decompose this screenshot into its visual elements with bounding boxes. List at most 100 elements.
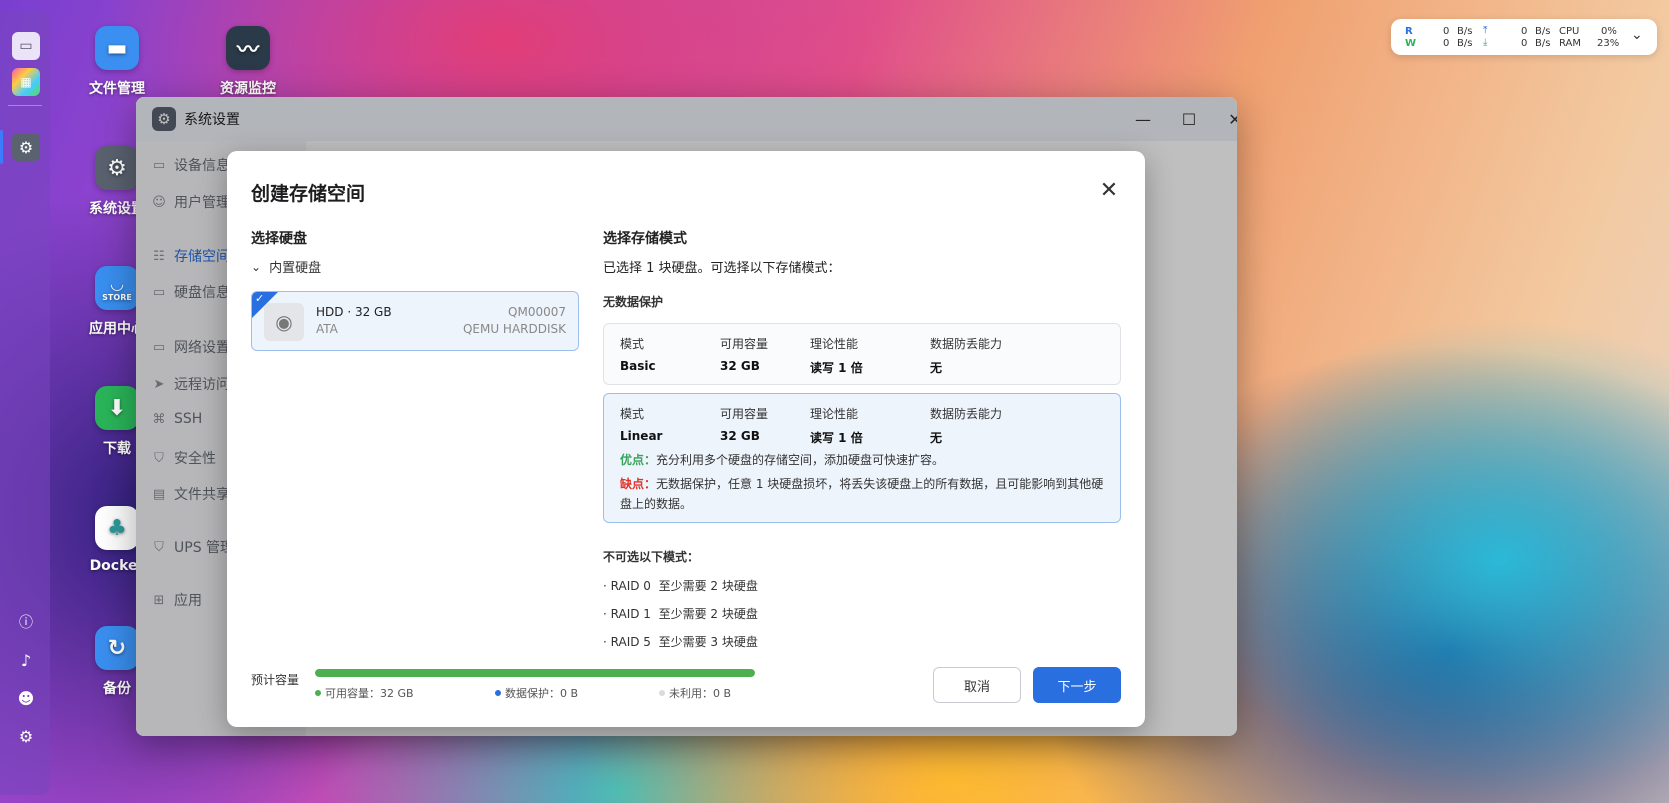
mode-intro: 已选择 1 块硬盘。可选择以下存储模式： <box>603 261 841 276</box>
pros-label: 优点： <box>620 453 657 467</box>
dock-active-indicator <box>0 130 3 164</box>
cons-text: 无数据保护，任意 1 块硬盘损坏，将丢失该硬盘上的所有数据，且可能影响到其他硬盘… <box>620 477 1104 511</box>
raid-mode: · RAID 1 <box>603 607 651 621</box>
protection-value: 无 <box>930 361 943 375</box>
unavailable-item: · RAID 1 至少需要 2 块硬盘 <box>603 605 758 622</box>
disk-name: HDD · 32 GB <box>316 305 392 319</box>
desktop-app-label: 资源监控 <box>220 81 276 97</box>
select-disk-heading: 选择硬盘 <box>251 231 307 247</box>
cons-note: 缺点：无数据保护，任意 1 块硬盘损坏，将丢失该硬盘上的所有数据，且可能影响到其… <box>620 474 1110 514</box>
unavailable-item: · RAID 5 至少需要 3 块硬盘 <box>603 633 758 650</box>
no-protection-heading: 无数据保护 <box>603 295 664 309</box>
read-value: 0 <box>1443 26 1450 37</box>
user-icon[interactable]: ☻ <box>12 684 40 712</box>
col-performance: 理论性能 <box>810 407 859 421</box>
disk-card[interactable]: ✓ ◉ HDD · 32 GB ATA QM00007 QEMU HARDDIS… <box>251 291 579 351</box>
check-icon: ✓ <box>255 292 265 305</box>
write-value: 0 <box>1443 38 1450 49</box>
legend-protection-text: 数据保护：0 B <box>505 687 579 700</box>
write-label: W <box>1405 38 1417 49</box>
desktop-app-label: 文件管理 <box>89 81 145 97</box>
col-mode: 模式 <box>620 337 645 351</box>
mode-card-basic[interactable]: 模式 可用容量 理论性能 数据防丢能力 Basic 32 GB 读写 1 倍 无 <box>603 323 1121 385</box>
disk-bus: ATA <box>316 322 338 336</box>
next-button[interactable]: 下一步 <box>1033 667 1121 703</box>
capacity-bar <box>315 669 755 677</box>
bell-icon[interactable]: ♪ <box>12 646 40 674</box>
chevron-down-icon[interactable]: ⌄ <box>1631 27 1643 43</box>
performance-value: 读写 1 倍 <box>810 361 863 375</box>
disk-serial: QM00007 <box>508 305 566 319</box>
cpu-value: 0% <box>1601 26 1617 37</box>
folder-icon: ▬ <box>95 26 139 70</box>
download-icon: ⤓ <box>1483 37 1488 48</box>
protection-dot <box>495 690 501 696</box>
store-badge: STORE <box>102 293 132 302</box>
raid-mode: · RAID 0 <box>603 579 651 593</box>
gear-icon[interactable]: ⚙ <box>12 722 40 750</box>
download-value: 0 <box>1521 38 1528 49</box>
unused-dot <box>659 690 665 696</box>
cons-label: 缺点： <box>620 477 657 491</box>
hard-disk-icon: ◉ <box>264 303 304 341</box>
read-label: R <box>1405 26 1413 37</box>
network-status-widget: R 0 B/s ⤒ 0 B/s CPU 0% W 0 B/s ⤓ 0 B/s R… <box>1391 19 1657 55</box>
pros-note: 优点：充分利用多个硬盘的存储空间，添加硬盘可快速扩容。 <box>620 450 1110 470</box>
mode-value: Basic <box>620 359 656 373</box>
ram-value: 23% <box>1597 38 1620 49</box>
disk-group-label: 内置硬盘 <box>269 261 322 276</box>
chevron-down-icon: ⌄ <box>251 259 262 274</box>
mode-card-linear[interactable]: 模式 可用容量 理论性能 数据防丢能力 Linear 32 GB 读写 1 倍 … <box>603 393 1121 523</box>
close-icon[interactable]: ✕ <box>1096 177 1122 203</box>
col-capacity: 可用容量 <box>720 337 769 351</box>
desktop-app-monitor[interactable]: 〰 资源监控 <box>198 26 298 98</box>
docker-icon: ♣ <box>95 506 139 550</box>
help-icon[interactable]: ⓘ <box>12 608 40 636</box>
pros-text: 充分利用多个硬盘的存储空间，添加硬盘可快速扩容。 <box>656 453 945 467</box>
legend-unused-text: 未利用：0 B <box>669 687 732 700</box>
cancel-button[interactable]: 取消 <box>933 667 1021 703</box>
desktop-app-files[interactable]: ▬ 文件管理 <box>67 26 167 98</box>
disk-model: QEMU HARDDISK <box>462 322 566 336</box>
legend-available-text: 可用容量：32 GB <box>325 687 414 700</box>
col-capacity: 可用容量 <box>720 407 769 421</box>
col-protection: 数据防丢能力 <box>930 337 1003 351</box>
settings-gear-icon[interactable]: ⚙ <box>12 133 40 161</box>
capacity-value: 32 GB <box>720 359 760 373</box>
apps-grid-icon[interactable]: ▦ <box>12 68 40 96</box>
backup-icon: ↻ <box>95 626 139 670</box>
ram-label: RAM <box>1559 38 1582 49</box>
create-storage-dialog: 创建存储空间 ✕ 选择硬盘 ⌄ 内置硬盘 ✓ ◉ HDD · 32 GB ATA… <box>227 151 1145 727</box>
download-unit: B/s <box>1535 38 1551 49</box>
performance-value: 读写 1 倍 <box>810 431 863 445</box>
raid-requirement: 至少需要 2 块硬盘 <box>658 579 758 593</box>
upload-icon: ⤒ <box>1483 25 1488 36</box>
read-unit: B/s <box>1457 26 1473 37</box>
raid-requirement: 至少需要 2 块硬盘 <box>658 607 758 621</box>
dialog-title: 创建存储空间 <box>251 183 366 205</box>
capacity-bar-fill <box>315 669 755 677</box>
write-unit: B/s <box>1457 38 1473 49</box>
estimate-label: 预计容量 <box>251 673 300 687</box>
legend-unused: 未利用：0 B <box>659 685 731 701</box>
col-mode: 模式 <box>620 407 645 421</box>
raid-requirement: 至少需要 3 块硬盘 <box>658 635 758 649</box>
upload-value: 0 <box>1521 26 1528 37</box>
gear-icon: ⚙ <box>95 146 139 190</box>
upload-unit: B/s <box>1535 26 1551 37</box>
raid-mode: · RAID 5 <box>603 635 651 649</box>
download-icon: ⬇ <box>95 386 139 430</box>
select-mode-heading: 选择存储模式 <box>603 231 687 247</box>
legend-available: 可用容量：32 GB <box>315 685 414 701</box>
disk-group-toggle[interactable]: ⌄ 内置硬盘 <box>251 257 322 277</box>
left-dock: ▭ ▦ ⚙ ⓘ ♪ ☻ ⚙ <box>0 12 50 795</box>
monitor-chart-icon: 〰 <box>226 26 270 70</box>
desktop-icon[interactable]: ▭ <box>12 32 40 60</box>
available-dot <box>315 690 321 696</box>
col-performance: 理论性能 <box>810 337 859 351</box>
protection-value: 无 <box>930 431 943 445</box>
mode-value: Linear <box>620 429 663 443</box>
col-protection: 数据防丢能力 <box>930 407 1003 421</box>
dock-divider <box>8 105 42 106</box>
cpu-label: CPU <box>1559 26 1580 37</box>
